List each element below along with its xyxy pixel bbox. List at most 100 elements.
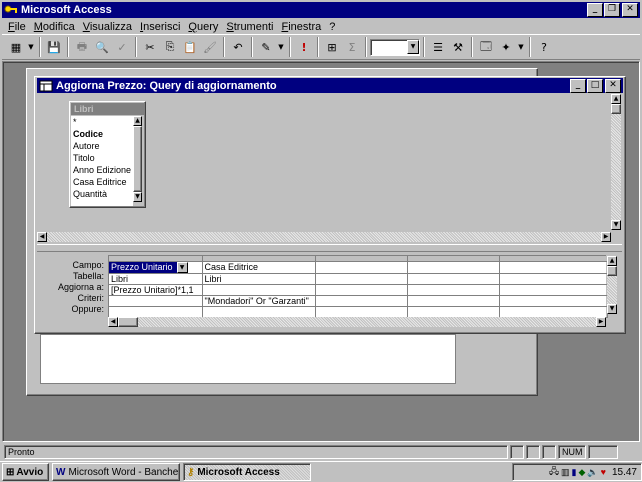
scroll-thumb[interactable] [133, 126, 142, 192]
grid-cell[interactable] [202, 306, 316, 318]
grid-cell[interactable]: [Prezzo Unitario]*1,1 [109, 284, 203, 296]
save-icon[interactable]: 💾 [44, 37, 64, 57]
app-titlebar[interactable]: Microsoft Access _ ❐ ✕ [2, 2, 640, 18]
grid-vscroll[interactable]: ▲ ▼ [607, 256, 618, 316]
query-close-button[interactable]: ✕ [605, 78, 621, 93]
menu-finestra[interactable]: Finestra [277, 21, 325, 33]
grid-cell[interactable] [407, 295, 500, 307]
field-item[interactable]: Codice [71, 128, 133, 140]
menu-visualizza[interactable]: Visualizza [79, 21, 136, 33]
scroll-track[interactable] [47, 232, 601, 242]
grid-cell[interactable] [315, 261, 408, 274]
show-table-icon[interactable]: ⊞ [322, 37, 342, 57]
database-window-icon[interactable]: 🗔 [476, 37, 496, 57]
grid-cell[interactable]: "Mondadori" Or "Garzanti" [202, 295, 316, 307]
paste-icon[interactable]: 📋 [180, 37, 200, 57]
combo-dropdown-icon[interactable]: ▼ [407, 40, 419, 54]
field-item[interactable]: Autore [71, 140, 133, 152]
grid-cell[interactable] [499, 284, 608, 296]
spelling-icon[interactable]: ✓ [112, 37, 132, 57]
grid-cell[interactable] [315, 273, 408, 285]
start-button[interactable]: ⊞ Avvio [2, 463, 49, 481]
scroll-down-icon[interactable]: ▼ [607, 304, 617, 314]
menu-modifica[interactable]: Modifica [30, 21, 79, 33]
field-list-libri[interactable]: Libri * Codice Autore Titolo Anno Edizio… [69, 101, 146, 208]
close-button[interactable]: ✕ [622, 3, 638, 17]
grid-cell[interactable] [499, 261, 608, 274]
grid-cell[interactable] [407, 261, 500, 274]
menu-inserisci[interactable]: Inserisci [136, 21, 184, 33]
grid-cell[interactable]: Casa Editrice [202, 261, 316, 274]
field-item[interactable]: Casa Editrice [71, 176, 133, 188]
volume-icon[interactable]: 🔈 [587, 467, 598, 478]
undo-icon[interactable]: ↶ [228, 37, 248, 57]
scroll-track[interactable] [607, 276, 617, 304]
copy-icon[interactable]: ⎘ [160, 37, 180, 57]
scroll-up-icon[interactable]: ▲ [607, 256, 617, 266]
scroll-track[interactable] [611, 114, 621, 220]
format-painter-icon[interactable]: 🖌 [200, 37, 220, 57]
scroll-up-icon[interactable]: ▲ [611, 94, 621, 104]
field-list-title[interactable]: Libri [71, 103, 144, 115]
task-word[interactable]: W Microsoft Word - Banche d... [52, 463, 180, 481]
grid-cell[interactable] [109, 306, 203, 318]
view-icon[interactable]: ▦ [6, 37, 26, 57]
scroll-down-icon[interactable]: ▼ [611, 220, 621, 230]
grid-cell[interactable] [499, 295, 608, 307]
scroll-right-icon[interactable]: ▶ [601, 232, 611, 242]
grid-hscroll[interactable]: ◀ ▶ [108, 317, 606, 328]
restore-button[interactable]: ❐ [604, 3, 620, 17]
query-type-dropdown-icon[interactable]: ▼ [276, 37, 286, 57]
tray-icon[interactable]: ◆ [578, 467, 585, 478]
print-icon[interactable]: 🖶 [72, 37, 92, 57]
grid-cell[interactable] [315, 295, 408, 307]
tray-icon[interactable]: ♥ [601, 467, 606, 477]
grid-cell-field-1[interactable]: Prezzo Unitario ▼ [109, 261, 203, 274]
grid-cell[interactable] [499, 306, 608, 318]
tray-icon[interactable]: ▥ [561, 467, 570, 478]
table-pane-vscroll[interactable]: ▲ ▼ [611, 94, 622, 232]
menu-help[interactable]: ? [325, 21, 339, 33]
grid-cell[interactable] [407, 284, 500, 296]
selected-field-value[interactable]: Prezzo Unitario [109, 261, 177, 272]
field-item[interactable]: * [71, 116, 133, 128]
properties-icon[interactable]: ☰ [428, 37, 448, 57]
query-maximize-button[interactable]: □ [587, 78, 603, 93]
grid-cell[interactable]: Libri [109, 273, 203, 285]
new-object-icon[interactable]: ✦ [496, 37, 516, 57]
field-item[interactable]: Quantità [71, 188, 133, 200]
menu-query[interactable]: Query [184, 21, 222, 33]
query-type-icon[interactable]: ✎ [256, 37, 276, 57]
scroll-left-icon[interactable]: ◀ [37, 232, 47, 242]
field-item[interactable]: Anno Edizione [71, 164, 133, 176]
scroll-thumb[interactable] [607, 266, 617, 276]
grid-cell[interactable] [202, 284, 316, 296]
query-minimize-button[interactable]: _ [570, 78, 586, 93]
pane-splitter[interactable] [37, 244, 622, 252]
build-icon[interactable]: ⚒ [448, 37, 468, 57]
run-icon[interactable]: ! [294, 37, 314, 57]
field-dropdown-icon[interactable]: ▼ [176, 261, 188, 272]
field-item[interactable]: Titolo [71, 152, 133, 164]
network-icon[interactable]: 🖧 [549, 464, 559, 480]
query-window-titlebar[interactable]: Aggiorna Prezzo: Query di aggiornamento … [37, 78, 623, 93]
top-values-combo[interactable]: ▼ [370, 38, 420, 56]
field-list-scrollbar[interactable]: ▲ ▼ [133, 116, 143, 206]
menu-file[interactable]: File [4, 21, 30, 33]
tray-icon[interactable]: ▮ [572, 467, 577, 478]
grid-cell[interactable] [315, 306, 408, 318]
cut-icon[interactable]: ✂ [140, 37, 160, 57]
office-assistant-icon[interactable]: ? [534, 37, 554, 57]
view-dropdown-icon[interactable]: ▼ [26, 37, 36, 57]
scroll-thumb[interactable] [118, 317, 138, 327]
table-pane-hscroll[interactable]: ◀ ▶ [37, 232, 611, 243]
grid-cell[interactable] [499, 273, 608, 285]
task-access[interactable]: ⚷ Microsoft Access [183, 463, 311, 481]
scroll-up-icon[interactable]: ▲ [133, 116, 142, 126]
menu-strumenti[interactable]: Strumenti [222, 21, 277, 33]
grid-cell[interactable]: Libri [202, 273, 316, 285]
new-object-dropdown-icon[interactable]: ▼ [516, 37, 526, 57]
scroll-thumb[interactable] [611, 104, 621, 114]
scroll-right-icon[interactable]: ▶ [596, 317, 606, 327]
grid-cell[interactable] [109, 295, 203, 307]
